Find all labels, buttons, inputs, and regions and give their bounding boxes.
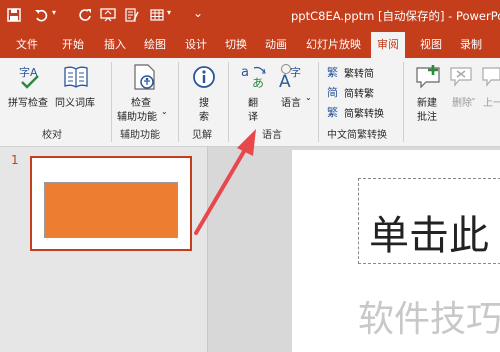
- undo-icon[interactable]: [34, 8, 48, 22]
- language-button[interactable]: 语言: [281, 94, 301, 109]
- window-title: pptC8EA.pptm [自动保存的] - PowerPoint: [291, 9, 500, 23]
- group-chinese-conversion-label: 中文简繁转换: [327, 130, 387, 141]
- translate-label-2[interactable]: 译: [248, 108, 258, 123]
- draw-table-icon[interactable]: [125, 8, 139, 22]
- simp-to-trad-button[interactable]: 简转繁: [344, 85, 374, 100]
- tab-file[interactable]: 文件: [16, 32, 38, 58]
- convert-icon[interactable]: 繁: [327, 104, 338, 120]
- trad-to-simp-button[interactable]: 繁转简: [344, 65, 374, 80]
- new-comment-icon[interactable]: [414, 64, 442, 90]
- delete-dropdown-icon[interactable]: ⌄: [470, 93, 477, 102]
- undo-dropdown-icon[interactable]: ▾: [52, 8, 56, 17]
- title-bar: ▾ ▾ ⌄ pptC8EA.pptm [自动保存的] - PowerPoint: [0, 0, 500, 32]
- thesaurus-button[interactable]: 同义词库: [55, 94, 95, 109]
- accessibility-dropdown-icon[interactable]: ⌄: [161, 107, 168, 116]
- check-accessibility-label-2[interactable]: 辅助功能: [117, 108, 157, 123]
- new-comment-label-1[interactable]: 新建: [417, 94, 437, 109]
- delete-comment-icon[interactable]: [448, 64, 474, 88]
- trad-to-simp-icon[interactable]: 繁: [327, 64, 338, 80]
- watermark-text: 软件技巧: [358, 299, 500, 340]
- accessibility-check-icon[interactable]: [132, 63, 158, 91]
- ribbon-tab-bar: 文件 开始 插入 绘图 设计 切换 动画 幻灯片放映 审阅 视图 录制: [0, 32, 500, 58]
- language-icon[interactable]: A 字: [278, 63, 306, 91]
- simp-to-trad-icon[interactable]: 简: [327, 84, 338, 100]
- translate-label-1[interactable]: 翻: [248, 94, 258, 109]
- spell-check-icon[interactable]: 字A: [17, 64, 43, 90]
- previous-comment-icon[interactable]: [480, 64, 500, 88]
- group-proofing-label: 校对: [42, 130, 62, 141]
- group-divider: [228, 62, 229, 142]
- slide-thumbnail[interactable]: [30, 156, 192, 251]
- convert-button[interactable]: 简繁转换: [344, 105, 384, 120]
- table-dropdown-icon[interactable]: ▾: [167, 8, 171, 17]
- smart-lookup-label-1[interactable]: 搜: [199, 94, 209, 109]
- svg-text:字: 字: [290, 65, 301, 79]
- presentation-icon[interactable]: [100, 8, 116, 22]
- new-comment-label-2[interactable]: 批注: [417, 108, 437, 123]
- tab-home[interactable]: 开始: [62, 32, 84, 58]
- translate-icon[interactable]: a あ: [240, 63, 268, 91]
- tab-transitions[interactable]: 切换: [225, 32, 247, 58]
- svg-text:字A: 字A: [19, 65, 38, 79]
- group-divider: [403, 62, 404, 142]
- language-dropdown-icon[interactable]: ⌄: [305, 93, 312, 102]
- tab-animations[interactable]: 动画: [265, 32, 287, 58]
- slide-number: 1: [11, 153, 19, 167]
- group-divider: [111, 62, 112, 142]
- redo-icon[interactable]: [78, 8, 92, 22]
- thesaurus-icon[interactable]: [63, 64, 89, 90]
- delete-comment-button[interactable]: 删除: [452, 94, 472, 109]
- svg-text:a: a: [241, 65, 249, 80]
- title-placeholder-text: 单击此: [369, 213, 489, 259]
- tab-slideshow[interactable]: 幻灯片放映: [306, 32, 361, 58]
- smart-lookup-label-2[interactable]: 索: [199, 108, 209, 123]
- group-language-label: 语言: [262, 130, 282, 141]
- group-divider: [178, 62, 179, 142]
- tab-view[interactable]: 视图: [420, 32, 442, 58]
- tab-review[interactable]: 审阅: [371, 32, 405, 58]
- tab-draw[interactable]: 绘图: [144, 32, 166, 58]
- spell-check-button[interactable]: 拼写检查: [8, 94, 48, 109]
- group-accessibility-label: 辅助功能: [120, 130, 160, 141]
- tab-insert[interactable]: 插入: [104, 32, 126, 58]
- table-icon[interactable]: [150, 8, 164, 22]
- check-accessibility-label-1[interactable]: 检查: [131, 94, 151, 109]
- tab-design[interactable]: 设计: [185, 32, 207, 58]
- group-divider: [318, 62, 319, 142]
- tab-record[interactable]: 录制: [460, 32, 482, 58]
- smart-lookup-icon[interactable]: [191, 64, 217, 90]
- customize-toolbar-icon[interactable]: ⌄: [193, 6, 203, 20]
- thumbnail-orange-shape: [44, 182, 178, 238]
- svg-text:あ: あ: [252, 76, 264, 90]
- save-icon[interactable]: [7, 8, 21, 22]
- previous-comment-button[interactable]: 上一: [483, 94, 500, 109]
- title-placeholder[interactable]: 单击此: [358, 178, 500, 264]
- group-insights-label: 见解: [192, 130, 212, 141]
